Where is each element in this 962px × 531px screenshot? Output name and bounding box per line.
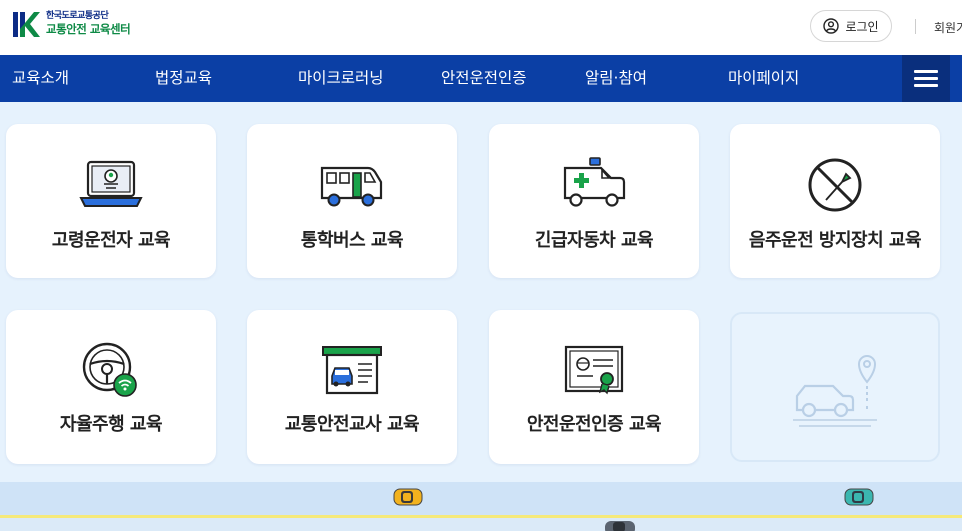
course-card-emergency-vehicle[interactable]: 긴급자동차 교육	[489, 124, 699, 278]
nav-item-mypage[interactable]: 마이페이지	[728, 55, 799, 102]
nav-item-intro[interactable]: 교육소개	[12, 55, 69, 102]
kotsa-logo-icon	[13, 12, 40, 37]
nav-item-microlearning[interactable]: 마이크로러닝	[298, 55, 384, 102]
course-card-label: 자율주행 교육	[59, 414, 163, 435]
course-card-safety-teacher[interactable]: 교통안전교사 교육	[247, 310, 457, 464]
course-card-senior-driver[interactable]: 고령운전자 교육	[6, 124, 216, 278]
course-card-school-bus[interactable]: 통학버스 교육	[247, 124, 457, 278]
placeholder-card	[730, 312, 940, 462]
steering-wheel-wifi-icon	[82, 342, 137, 397]
top-header: 한국도로교통공단 교통안전 교육센터 로그인 회원가입	[0, 0, 962, 55]
ambulance-icon	[563, 157, 626, 207]
course-card-ignition-interlock[interactable]: 음주운전 방지장치 교육	[730, 124, 940, 278]
dark-car-icon	[605, 521, 635, 531]
school-bus-icon	[320, 166, 383, 207]
login-label: 로그인	[845, 19, 879, 34]
road-lower-lane	[0, 518, 962, 531]
course-card-safe-driving-cert[interactable]: 안전운전인증 교육	[489, 310, 699, 464]
yellow-car-icon	[393, 488, 423, 506]
certificate-icon	[564, 345, 624, 395]
header-divider	[915, 19, 916, 34]
course-card-label: 안전운전인증 교육	[526, 414, 662, 435]
course-card-label: 음주운전 방지장치 교육	[748, 230, 922, 251]
logo-center-name: 교통안전 교육센터	[46, 22, 131, 37]
nav-item-legal-education[interactable]: 법정교육	[155, 55, 212, 102]
nav-item-notice[interactable]: 알림·참여	[585, 55, 647, 102]
no-drinking-icon	[808, 158, 862, 212]
course-card-label: 긴급자동차 교육	[534, 230, 654, 251]
main-nav: 교육소개 법정교육 마이크로러닝 안전운전인증 알림·참여 마이페이지	[0, 55, 962, 102]
site-logo[interactable]: 한국도로교통공단 교통안전 교육센터	[12, 9, 131, 39]
car-location-illustration-icon	[793, 355, 877, 427]
course-card-label: 통학버스 교육	[300, 230, 404, 251]
login-button[interactable]: 로그인	[810, 10, 892, 42]
course-card-autonomous-driving[interactable]: 자율주행 교육	[6, 310, 216, 464]
nav-item-safe-driving-cert[interactable]: 안전운전인증	[441, 55, 527, 102]
laptop-driver-icon	[79, 160, 143, 207]
teal-car-icon	[844, 488, 874, 506]
hamburger-menu-button[interactable]	[902, 55, 950, 102]
logo-org-name: 한국도로교통공단	[46, 11, 109, 22]
course-card-label: 교통안전교사 교육	[284, 414, 420, 435]
course-card-label: 고령운전자 교육	[51, 230, 171, 251]
join-link[interactable]: 회원가입	[934, 19, 962, 36]
user-circle-icon	[823, 18, 840, 34]
garage-car-icon	[322, 346, 382, 395]
